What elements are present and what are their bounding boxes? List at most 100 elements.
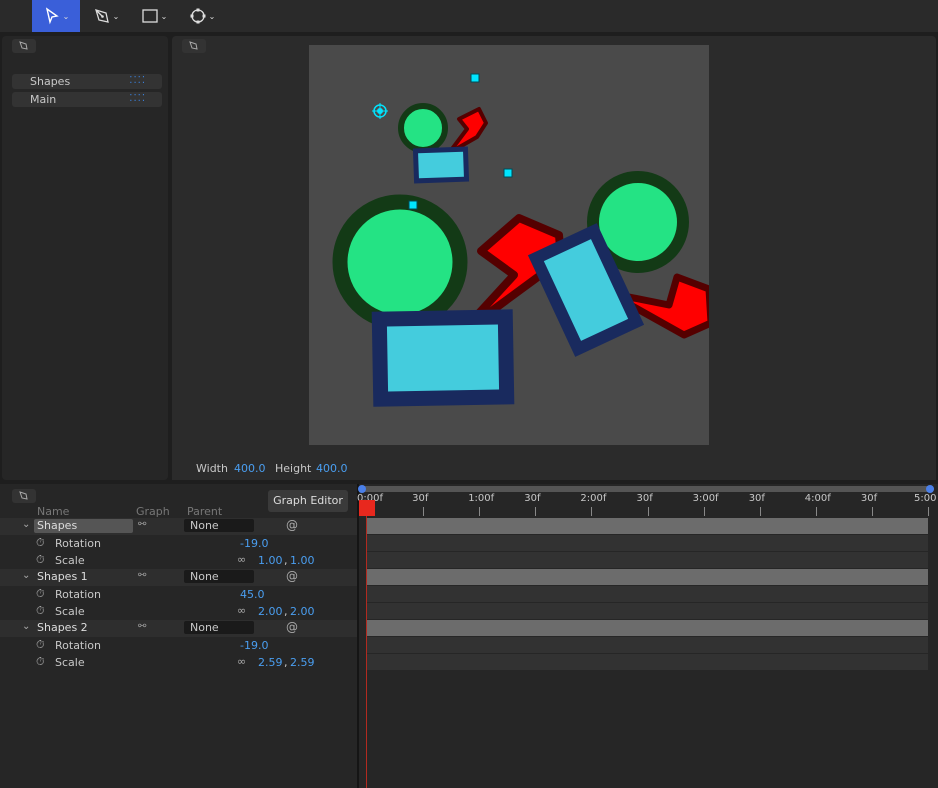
- rotation-value[interactable]: -19.0: [240, 639, 268, 652]
- chevron-down-icon[interactable]: ⌄: [22, 621, 30, 632]
- stopwatch-icon[interactable]: ⏱: [36, 655, 45, 669]
- scale-separator: ,: [284, 605, 288, 618]
- chevron-down-icon[interactable]: ⌄: [22, 519, 30, 530]
- graph-link-icon[interactable]: ⚯: [138, 621, 146, 632]
- select-tool-button[interactable]: ⌄: [32, 0, 80, 32]
- timeline-layer-row[interactable]: ⌄ Shapes ⚯ None @: [0, 518, 357, 535]
- stopwatch-icon[interactable]: ⏱: [36, 638, 45, 652]
- layer-name[interactable]: Shapes 2: [34, 621, 127, 635]
- timeline-layer-row[interactable]: ⌄ Shapes 1 ⚯ None @: [0, 569, 357, 586]
- spiral-icon[interactable]: @: [286, 518, 298, 532]
- rotation-value[interactable]: 45.0: [240, 588, 265, 601]
- anchor-tool-button[interactable]: ⌄: [182, 0, 222, 32]
- rect-shape-small[interactable]: [412, 146, 470, 184]
- layer-track[interactable]: [366, 569, 928, 585]
- layers-item-shapes[interactable]: Shapes ⁚⁚⁚⁚: [12, 74, 162, 89]
- column-header-name: Name: [37, 505, 70, 518]
- toolbar: ⌄ ⌄ ⌄ ⌄: [0, 0, 938, 32]
- playhead-handle[interactable]: [359, 500, 375, 516]
- stopwatch-icon[interactable]: ⏱: [36, 604, 45, 618]
- height-value[interactable]: 400.0: [316, 462, 348, 475]
- scale-y-value[interactable]: 2.59: [290, 656, 315, 669]
- property-row-scale: ⏱ Scale ∞ 1.00, 1.00: [0, 552, 357, 569]
- property-label: Rotation: [55, 639, 102, 652]
- panel-tab[interactable]: [182, 39, 206, 53]
- property-row-rotation: ⏱ Rotation 45.0: [0, 586, 357, 603]
- pen-tool-icon: [19, 41, 28, 50]
- chevron-down-icon: ⌄: [112, 11, 120, 21]
- pen-tool-icon: [94, 9, 109, 23]
- scale-y-value[interactable]: 2.00: [290, 605, 315, 618]
- pen-tool-icon: [19, 491, 28, 500]
- time-tick-mark: [591, 507, 593, 516]
- layers-item-main[interactable]: Main ⁚⁚⁚⁚: [12, 92, 162, 107]
- chevron-down-icon[interactable]: ⌄: [22, 570, 30, 581]
- select-bounds-icon[interactable]: ⁚⁚⁚⁚: [129, 93, 146, 104]
- time-tick-mark: [423, 507, 425, 516]
- time-tick-label: 30f: [636, 493, 653, 504]
- time-tick-mark: [928, 507, 929, 516]
- property-track[interactable]: [366, 603, 928, 619]
- range-end-handle[interactable]: [926, 485, 934, 493]
- layer-name[interactable]: Shapes: [34, 519, 133, 533]
- transform-handle[interactable]: [503, 168, 513, 178]
- time-tick-label: 3:00f: [692, 493, 719, 504]
- property-track[interactable]: [366, 637, 928, 653]
- link-icon[interactable]: ∞: [237, 655, 246, 668]
- graph-link-icon[interactable]: ⚯: [138, 570, 146, 581]
- width-label: Width: [196, 462, 228, 475]
- layer-track[interactable]: [366, 518, 928, 534]
- property-row-rotation: ⏱ Rotation -19.0: [0, 535, 357, 552]
- pen-tool-button[interactable]: ⌄: [86, 0, 126, 32]
- circle-shape-small[interactable]: [398, 103, 448, 153]
- layer-name[interactable]: Shapes 1: [34, 570, 127, 584]
- timeline-divider[interactable]: [357, 484, 359, 788]
- spiral-icon[interactable]: @: [286, 569, 298, 583]
- property-track[interactable]: [366, 654, 928, 670]
- link-icon[interactable]: ∞: [237, 553, 246, 566]
- property-row-scale: ⏱ Scale ∞ 2.00, 2.00: [0, 603, 357, 620]
- scale-x-value[interactable]: 2.59: [258, 656, 283, 669]
- parent-select[interactable]: None: [184, 519, 254, 532]
- anchor-point-icon: [190, 8, 206, 24]
- parent-select[interactable]: None: [184, 621, 254, 634]
- scale-x-value[interactable]: 1.00: [258, 554, 283, 567]
- time-tick-mark: [479, 507, 481, 516]
- rect-shape-large[interactable]: [371, 309, 515, 407]
- select-bounds-icon[interactable]: ⁚⁚⁚⁚: [129, 75, 146, 86]
- link-icon[interactable]: ∞: [237, 604, 246, 617]
- stopwatch-icon[interactable]: ⏱: [36, 587, 45, 601]
- range-start-handle[interactable]: [358, 485, 366, 493]
- time-tick-label: 5:00: [914, 493, 937, 504]
- timeline-layer-row[interactable]: ⌄ Shapes 2 ⚯ None @: [0, 620, 357, 637]
- width-value[interactable]: 400.0: [234, 462, 266, 475]
- rectangle-tool-button[interactable]: ⌄: [134, 0, 174, 32]
- property-track[interactable]: [366, 552, 928, 568]
- scale-y-value[interactable]: 1.00: [290, 554, 315, 567]
- scale-separator: ,: [284, 554, 288, 567]
- artboard[interactable]: [309, 45, 709, 445]
- parent-select[interactable]: None: [184, 570, 254, 583]
- spiral-icon[interactable]: @: [286, 620, 298, 634]
- stopwatch-icon[interactable]: ⏱: [36, 553, 45, 567]
- graph-editor-button[interactable]: Graph Editor: [268, 490, 348, 512]
- scale-x-value[interactable]: 2.00: [258, 605, 283, 618]
- property-track[interactable]: [366, 535, 928, 551]
- time-tick-label: 30f: [860, 493, 878, 504]
- range-bar[interactable]: [360, 486, 934, 492]
- pen-tool-icon: [189, 41, 198, 50]
- time-tick-label: 2:00f: [580, 493, 607, 504]
- panel-tab[interactable]: [12, 39, 36, 53]
- property-label: Rotation: [55, 537, 102, 550]
- graph-link-icon[interactable]: ⚯: [138, 519, 146, 530]
- transform-handle[interactable]: [470, 73, 480, 83]
- circle-shape-large[interactable]: [332, 194, 468, 330]
- property-track[interactable]: [366, 586, 928, 602]
- height-label: Height: [275, 462, 312, 475]
- time-tick-label: 30f: [412, 493, 429, 504]
- rotation-value[interactable]: -19.0: [240, 537, 268, 550]
- transform-handle[interactable]: [408, 200, 418, 210]
- stopwatch-icon[interactable]: ⏱: [36, 536, 45, 550]
- panel-tab[interactable]: [12, 489, 36, 503]
- layer-track[interactable]: [366, 620, 928, 636]
